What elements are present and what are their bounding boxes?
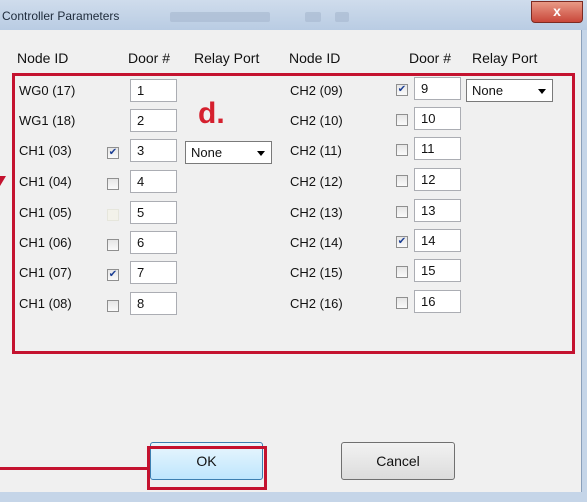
- annotation-label: d.: [198, 97, 225, 130]
- close-button[interactable]: x: [531, 1, 583, 23]
- header-door-left: Door #: [128, 50, 171, 66]
- window-frame-bottom: [0, 492, 587, 502]
- header-node-id-left: Node ID: [17, 50, 69, 66]
- header-relay-right: Relay Port: [472, 50, 538, 66]
- highlight-box-parameters: [12, 73, 575, 354]
- highlight-box-ok: [147, 446, 267, 490]
- title-bar-ghost-text: [170, 12, 270, 22]
- cancel-button[interactable]: Cancel: [341, 442, 455, 480]
- window-frame-right: [582, 30, 587, 492]
- title-bar-ghost-text: [335, 12, 349, 22]
- window-title: Controller Parameters: [2, 9, 120, 23]
- header-door-right: Door #: [409, 50, 452, 66]
- header-relay-left: Relay Port: [194, 50, 260, 66]
- close-icon: x: [553, 3, 561, 19]
- annotation-line-ok: [0, 467, 148, 470]
- header-node-id-right: Node ID: [289, 50, 341, 66]
- title-bar-ghost-text: [305, 12, 321, 22]
- title-bar: Controller Parameters x: [0, 0, 587, 30]
